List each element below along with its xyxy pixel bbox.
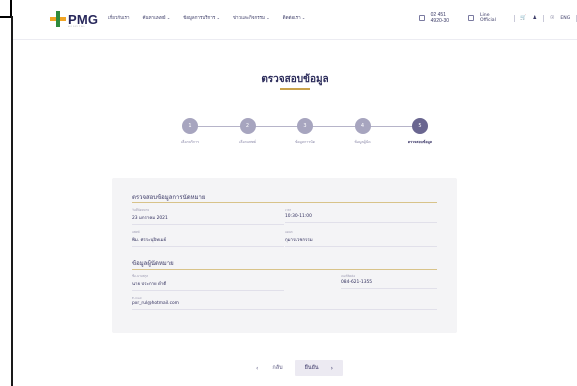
patient-name-field: ชื่อ-นามสกุล นาย ประกาย ดำดี bbox=[132, 274, 284, 291]
nav-about[interactable]: เกี่ยวกับเรา bbox=[108, 14, 130, 21]
section-divider bbox=[132, 269, 437, 270]
logo-text: PMG bbox=[68, 11, 99, 27]
doctor-field: แพทย์ พิม. ศรระนุปิทเมย์ bbox=[132, 230, 284, 247]
cart-icon[interactable]: 🛒 bbox=[520, 15, 526, 21]
chevron-right-icon: › bbox=[330, 364, 333, 372]
progress-stepper: 1 เลือกบริการ 2 เลือกแพทย์ 3 ข้อมูลการนั… bbox=[170, 118, 440, 158]
divider bbox=[513, 14, 515, 22]
line-official-link[interactable]: Line Official bbox=[480, 13, 500, 23]
patient-section-title: ข้อมูลผู้นัดหมาย bbox=[132, 260, 174, 267]
patient-email-field: E-mail pxr_rul@hotmail.com bbox=[132, 296, 437, 310]
step-5[interactable]: 5 ตรวจสอบข้อมูล bbox=[394, 118, 446, 145]
line-icon bbox=[468, 15, 474, 21]
logo[interactable]: PMG bbox=[50, 11, 98, 27]
title-underline bbox=[280, 88, 310, 90]
logo-subtitle: HOSPITAL bbox=[68, 26, 86, 28]
cross-logo-icon bbox=[50, 11, 66, 27]
globe-icon: ☉ bbox=[549, 15, 555, 21]
divider bbox=[543, 14, 544, 22]
step-1[interactable]: 1 เลือกบริการ bbox=[164, 118, 216, 145]
appointment-time-field: เวลา 10:30-11:00 bbox=[285, 208, 437, 223]
step-label: เลือกบริการ bbox=[180, 140, 200, 144]
nav-news[interactable]: ข่าวและกิจกรรม bbox=[233, 14, 270, 21]
nav-contact[interactable]: ติดต่อเรา bbox=[283, 14, 306, 21]
confirm-button[interactable]: ยืนยัน › bbox=[294, 360, 343, 376]
step-label: ข้อมูลการนัด bbox=[294, 140, 316, 144]
phone-number[interactable]: 02 451 4920-30 bbox=[431, 12, 457, 24]
action-bar: ‹ กลับ ยืนยัน › bbox=[248, 360, 343, 376]
chevron-left-icon: ‹ bbox=[256, 364, 259, 372]
appointment-section-title: ตรวจสอบข้อมูลการนัดหมาย bbox=[132, 194, 206, 201]
step-2[interactable]: 2 เลือกแพทย์ bbox=[222, 118, 274, 145]
department-field: แผนก กุมารเวชกรรม bbox=[285, 230, 437, 247]
header-right: 02 451 4920-30 Line Official 🛒 ♟ ☉ ENG bbox=[419, 12, 577, 24]
phone-icon bbox=[419, 15, 425, 21]
section-divider bbox=[132, 202, 437, 203]
step-4[interactable]: 4 ข้อมูลผู้นัด bbox=[337, 118, 389, 145]
main-nav: เกี่ยวกับเรา ค้นหาแพทย์ ข้อมูลการบริการ … bbox=[108, 14, 305, 21]
language-switch[interactable]: ENG bbox=[560, 16, 570, 21]
step-3[interactable]: 3 ข้อมูลการนัด bbox=[279, 118, 331, 145]
step-label: ตรวจสอบข้อมูล bbox=[407, 140, 433, 144]
patient-phone-field: เบอร์ติดต่อ 084-621-1355 bbox=[341, 274, 437, 289]
nav-find-doctor[interactable]: ค้นหาแพทย์ bbox=[143, 14, 171, 21]
step-label: ข้อมูลผู้นัด bbox=[354, 140, 371, 144]
review-card: ตรวจสอบข้อมูลการนัดหมาย วันที่นัดหมาย 23… bbox=[112, 178, 457, 333]
step-label: เลือกแพทย์ bbox=[239, 140, 256, 144]
user-icon[interactable]: ♟ bbox=[533, 15, 537, 21]
back-button[interactable]: ‹ กลับ bbox=[248, 360, 291, 376]
site-header: PMG HOSPITAL เกี่ยวกับเรา ค้นหาแพทย์ ข้อ… bbox=[13, 0, 577, 40]
appointment-date-field: วันที่นัดหมาย 23 มกราคม 2021 bbox=[132, 208, 284, 225]
nav-services[interactable]: ข้อมูลการบริการ bbox=[183, 14, 220, 21]
page-title: ตรวจสอบข้อมูล bbox=[261, 74, 329, 85]
